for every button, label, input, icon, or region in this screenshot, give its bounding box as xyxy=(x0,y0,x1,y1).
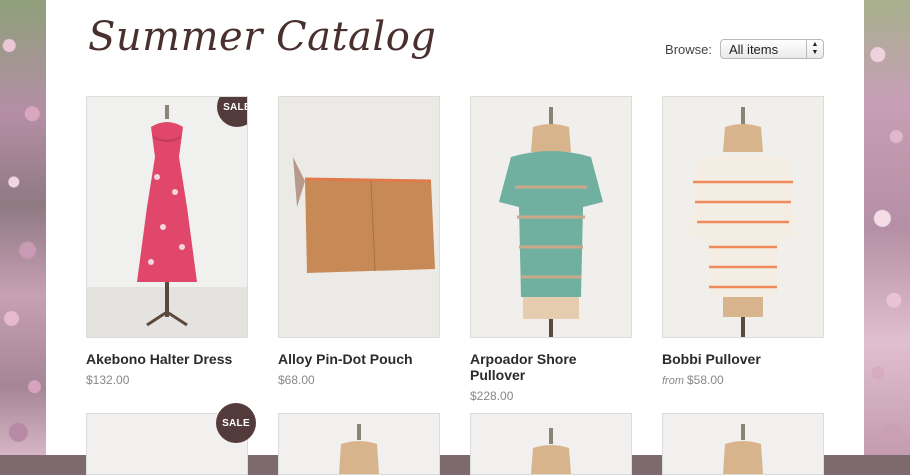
price-from-label: from xyxy=(662,375,684,387)
sale-badge: SALE xyxy=(216,403,256,443)
browse-filter: Browse: All items ▲ ▼ xyxy=(665,39,824,59)
browse-select-value: All items xyxy=(729,42,779,57)
floral-background-right xyxy=(864,0,910,455)
pouch-image-icon xyxy=(279,97,439,337)
price-value: $132.00 xyxy=(86,373,130,387)
product-card[interactable]: Alloy Pin-Dot Pouch $68.00 xyxy=(278,96,440,387)
product-card[interactable] xyxy=(662,413,824,475)
browse-label: Browse: xyxy=(665,41,712,57)
product-card[interactable] xyxy=(470,413,632,475)
product-name[interactable]: Akebono Halter Dress xyxy=(86,351,248,367)
product-image[interactable] xyxy=(278,96,440,338)
price-value: $58.00 xyxy=(687,373,724,387)
product-image[interactable] xyxy=(278,413,440,475)
dress-form-icon xyxy=(339,424,379,474)
product-card[interactable]: SALE xyxy=(86,403,256,475)
select-arrows-icon: ▲ ▼ xyxy=(806,40,823,59)
product-card[interactable]: SALE Akebono Halter Dress $132.00 xyxy=(86,96,248,387)
product-image[interactable] xyxy=(470,96,632,338)
floral-background-left xyxy=(0,0,46,455)
product-price: $228.00 xyxy=(470,389,632,403)
product-card[interactable] xyxy=(278,413,440,475)
product-name[interactable]: Alloy Pin-Dot Pouch xyxy=(278,351,440,367)
striped-pullover-image-icon xyxy=(663,97,823,337)
product-image[interactable] xyxy=(470,413,632,475)
product-price: $68.00 xyxy=(278,373,440,387)
dress-form-icon xyxy=(531,428,571,474)
pullover-image-icon xyxy=(471,97,631,337)
product-name[interactable]: Arpoador Shore Pullover xyxy=(470,351,632,383)
catalog-panel: Summer Catalog Browse: All items ▲ ▼ SAL… xyxy=(46,0,864,475)
dress-form-icon xyxy=(723,424,763,474)
product-image[interactable]: SALE xyxy=(86,96,248,338)
dress-image-icon xyxy=(87,97,247,337)
product-card[interactable]: Arpoador Shore Pullover $228.00 xyxy=(470,96,632,403)
product-price: from $58.00 xyxy=(662,373,824,387)
product-image[interactable] xyxy=(662,413,824,475)
product-price: $132.00 xyxy=(86,373,248,387)
product-image[interactable] xyxy=(662,96,824,338)
price-value: $68.00 xyxy=(278,373,315,387)
price-value: $228.00 xyxy=(470,389,514,403)
page-title: Summer Catalog xyxy=(88,14,437,60)
product-card[interactable]: Bobbi Pullover from $58.00 xyxy=(662,96,824,387)
product-name[interactable]: Bobbi Pullover xyxy=(662,351,824,367)
browse-select[interactable]: All items ▲ ▼ xyxy=(720,39,824,59)
